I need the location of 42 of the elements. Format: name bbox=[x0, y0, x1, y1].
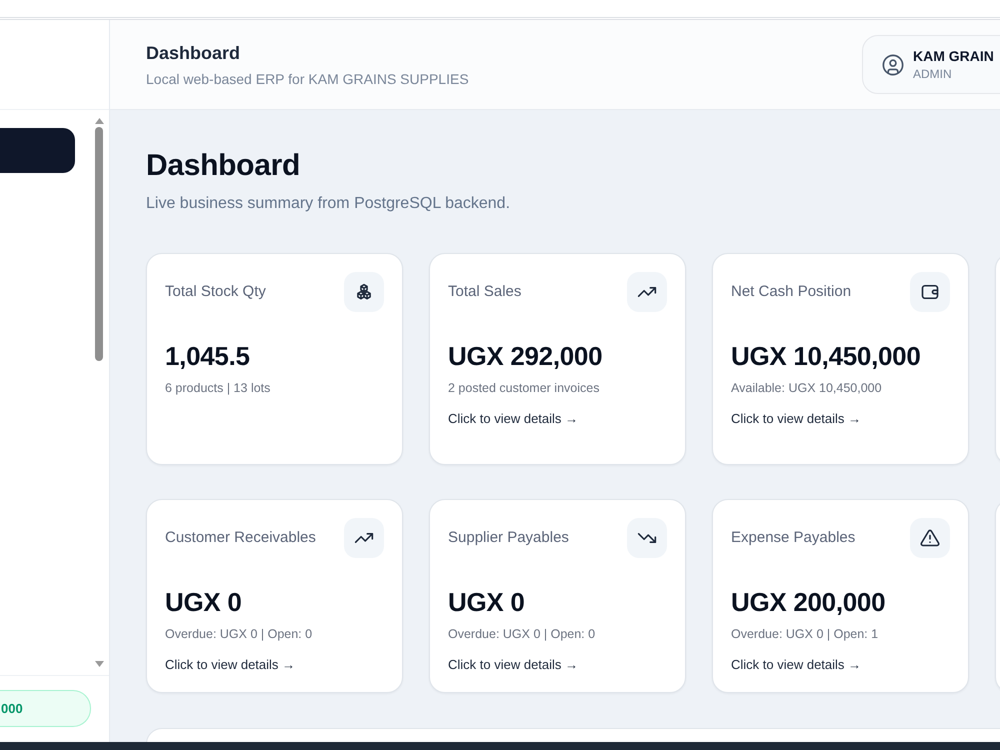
wallet-icon bbox=[910, 272, 950, 312]
stat-detail: Overdue: UGX 0 | Open: 0 bbox=[165, 626, 314, 642]
user-role: ADMIN bbox=[913, 66, 953, 82]
stat-value: UGX 10,450,000 bbox=[731, 340, 922, 372]
stat-value: UGX 0 bbox=[165, 586, 243, 618]
stat-detail: Overdue: UGX 0 | Open: 1 bbox=[731, 626, 880, 642]
view-details-link[interactable]: Click to view details → bbox=[448, 656, 578, 674]
view-details-link[interactable]: Click to view details → bbox=[731, 410, 862, 428]
stat-detail: 2 posted customer invoices bbox=[448, 380, 600, 396]
user-name: KAM GRAIN bbox=[913, 48, 994, 64]
scrollbar-thumb[interactable] bbox=[95, 127, 103, 361]
user-chip[interactable]: KAM GRAIN ADMIN bbox=[862, 35, 1000, 94]
card-title: Customer Receivables bbox=[165, 529, 316, 547]
card-title: Expense Payables bbox=[731, 529, 856, 547]
trend-up-icon bbox=[627, 272, 667, 312]
stat-detail: 6 products | 13 lots bbox=[165, 380, 272, 396]
user-icon bbox=[882, 54, 904, 76]
card-title: Net Cash Position bbox=[731, 283, 852, 301]
stat-detail: Overdue: UGX 0 | Open: 0 bbox=[448, 626, 596, 642]
warning-icon bbox=[910, 518, 950, 558]
stat-detail: Available: UGX 10,450,000 bbox=[731, 380, 883, 396]
stat-value: UGX 200,000 bbox=[731, 586, 886, 618]
stat-value: UGX 0 bbox=[448, 586, 526, 618]
boxes-icon bbox=[344, 272, 384, 312]
view-details-link[interactable]: Click to view details → bbox=[165, 656, 296, 674]
nav-item[interactable] bbox=[0, 128, 75, 173]
scroll-down-icon[interactable] bbox=[94, 661, 104, 667]
page-title: Dashboard bbox=[146, 148, 301, 184]
stat-value: 1,045.5 bbox=[165, 340, 251, 372]
view-details-link[interactable]: Click to view details → bbox=[448, 410, 578, 428]
card-title: Supplier Payables bbox=[448, 529, 569, 547]
page-subtitle: Live business summary from PostgreSQL backend. bbox=[146, 194, 512, 214]
scroll-up-icon[interactable] bbox=[94, 118, 104, 124]
trend-up-icon bbox=[344, 518, 384, 558]
trend-down-icon bbox=[627, 518, 667, 558]
amount-badge: 000 bbox=[0, 690, 91, 727]
view-details-link[interactable]: Click to view details → bbox=[731, 656, 862, 674]
stat-value: UGX 292,000 bbox=[448, 340, 604, 372]
card-title: Total Sales bbox=[448, 283, 522, 301]
card-title: Total Stock Qty bbox=[165, 283, 266, 301]
header-title: Dashboard bbox=[146, 42, 242, 64]
header-subtitle: Local web-based ERP for KAM GRAINS SUPPLIES bbox=[146, 70, 470, 88]
